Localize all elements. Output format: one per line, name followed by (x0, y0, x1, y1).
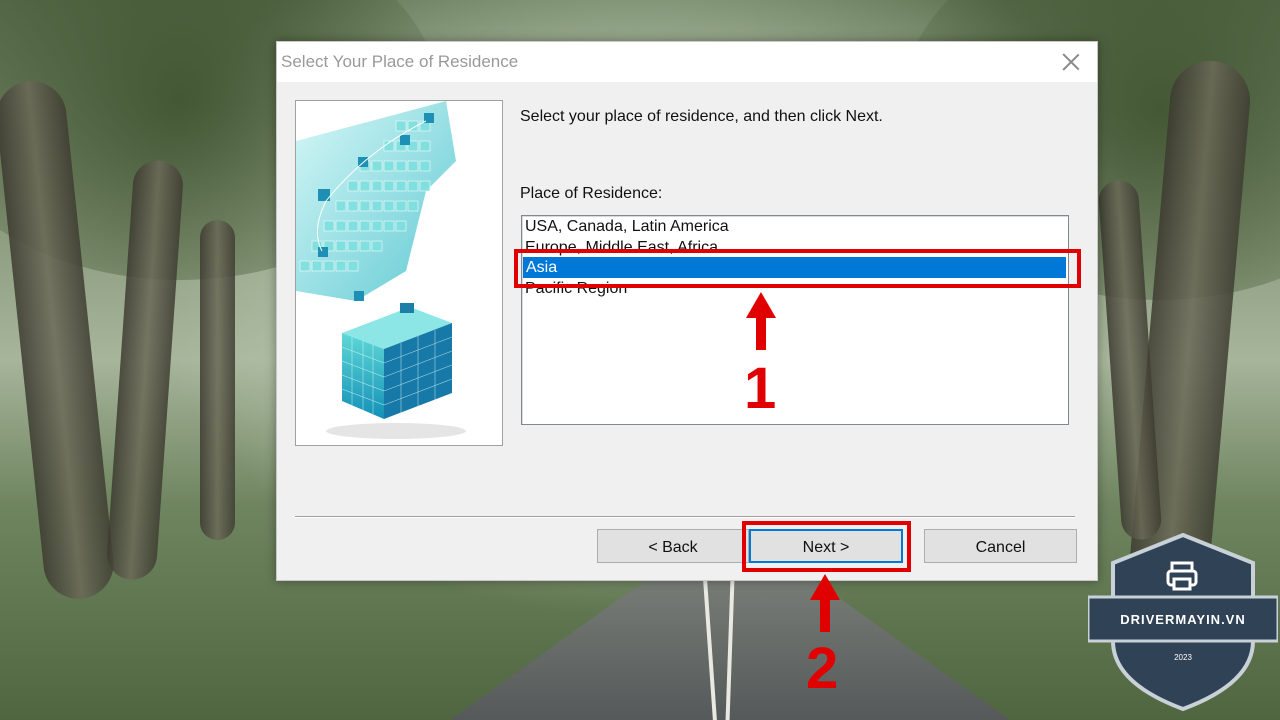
logo-year-text: 2023 (1174, 653, 1192, 662)
title-bar[interactable]: Select Your Place of Residence (277, 42, 1097, 82)
arrow-up-icon (746, 292, 776, 318)
cancel-button[interactable]: Cancel (924, 529, 1077, 563)
setup-cubes-image (295, 100, 503, 446)
logo-brand-text: DRIVERMAYIN.VN (1120, 612, 1246, 627)
next-highlight-box (742, 521, 911, 572)
dialog-title: Select Your Place of Residence (281, 52, 519, 71)
arrow-shaft-2 (820, 598, 830, 632)
residence-list-label: Place of Residence: (520, 185, 663, 202)
instruction-text: Select your place of residence, and then… (520, 108, 883, 125)
button-separator (295, 516, 1075, 518)
step-number-2: 2 (806, 636, 839, 701)
asia-highlight-box (514, 249, 1081, 288)
close-icon[interactable] (1059, 50, 1083, 74)
arrow-shaft (756, 316, 766, 350)
residence-dialog: Select Your Place of Residence Select yo… (276, 41, 1098, 581)
residence-listbox[interactable]: USA, Canada, Latin America Europe, Middl… (521, 215, 1069, 425)
arrow-up-icon-2 (810, 574, 840, 600)
step-number-1: 1 (744, 356, 777, 421)
back-button[interactable]: < Back (597, 529, 749, 563)
drivermayin-logo: DRIVERMAYIN.VN 2023 (1086, 532, 1280, 713)
list-item-usa[interactable]: USA, Canada, Latin America (522, 216, 1068, 237)
